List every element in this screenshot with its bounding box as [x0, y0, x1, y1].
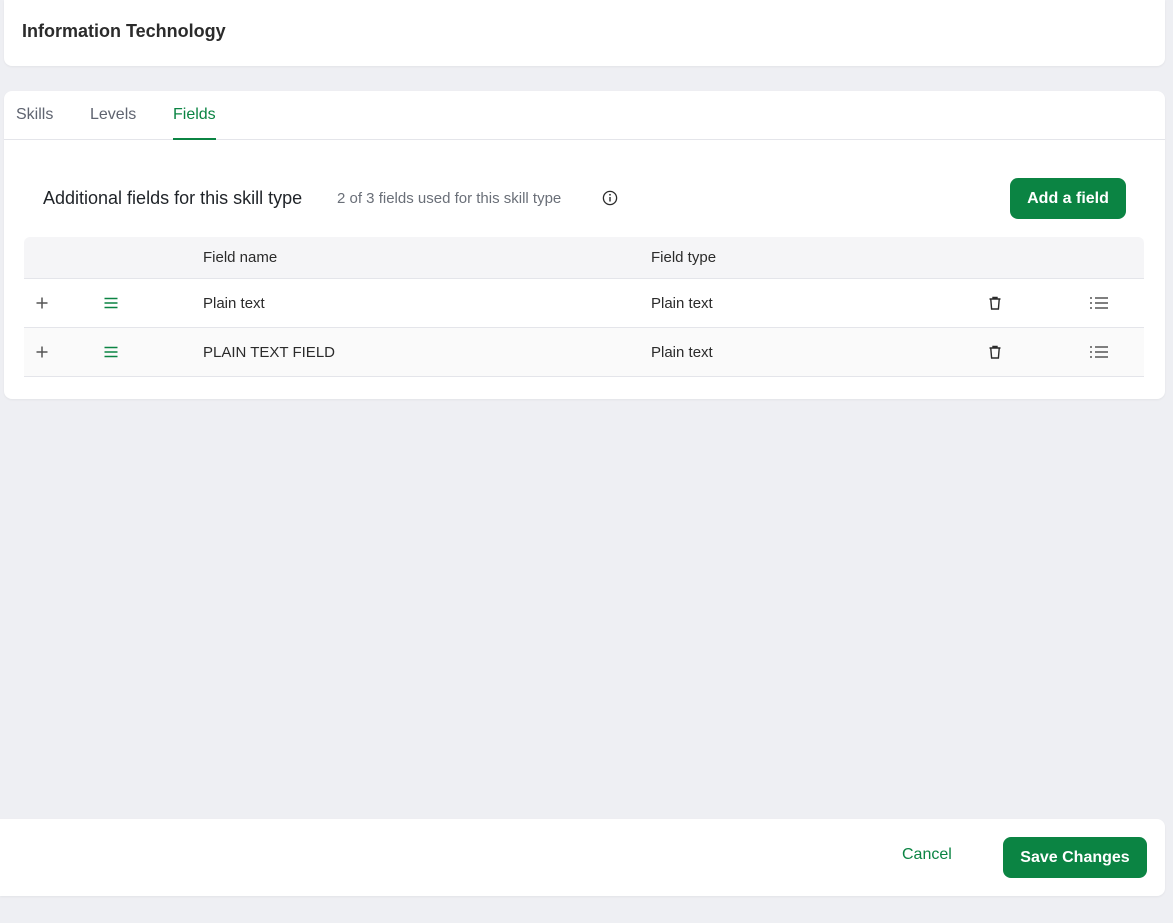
- list-options-icon[interactable]: [1089, 295, 1109, 311]
- tab-levels[interactable]: Levels: [90, 106, 136, 140]
- save-changes-button[interactable]: Save Changes: [1003, 837, 1147, 878]
- tab-fields[interactable]: Fields: [173, 106, 216, 140]
- drag-handle-icon[interactable]: [103, 344, 119, 360]
- table-row: Plain text Plain text: [24, 279, 1144, 328]
- table-row: PLAIN TEXT FIELD Plain text: [24, 328, 1144, 377]
- drag-handle-icon[interactable]: [103, 295, 119, 311]
- tab-skills[interactable]: Skills: [16, 106, 53, 140]
- main-card: Skills Levels Fields Additional fields f…: [4, 91, 1165, 399]
- info-icon[interactable]: [602, 190, 618, 206]
- field-name: PLAIN TEXT FIELD: [203, 344, 335, 361]
- column-header-field-type: Field type: [651, 249, 717, 266]
- expand-plus-icon[interactable]: [34, 344, 50, 360]
- fields-usage-text: 2 of 3 fields used for this skill type: [337, 190, 562, 207]
- footer-bar: Cancel Save Changes: [0, 819, 1165, 896]
- page-title: Information Technology: [22, 21, 226, 41]
- list-options-icon[interactable]: [1089, 344, 1109, 360]
- tab-bar: Skills Levels Fields: [4, 91, 1165, 140]
- header-card: Information Technology: [4, 0, 1165, 66]
- add-field-button[interactable]: Add a field: [1010, 178, 1126, 219]
- field-name: Plain text: [203, 295, 265, 312]
- trash-icon[interactable]: [987, 344, 1003, 360]
- trash-icon[interactable]: [987, 295, 1003, 311]
- field-type: Plain text: [651, 295, 713, 312]
- expand-plus-icon[interactable]: [34, 295, 50, 311]
- section-title: Additional fields for this skill type: [43, 188, 303, 208]
- column-header-field-name: Field name: [203, 249, 278, 266]
- fields-table: Field name Field type Plain text Plain t…: [24, 237, 1144, 377]
- cancel-button[interactable]: Cancel: [902, 843, 952, 867]
- table-header: Field name Field type: [24, 237, 1144, 279]
- field-type: Plain text: [651, 344, 713, 361]
